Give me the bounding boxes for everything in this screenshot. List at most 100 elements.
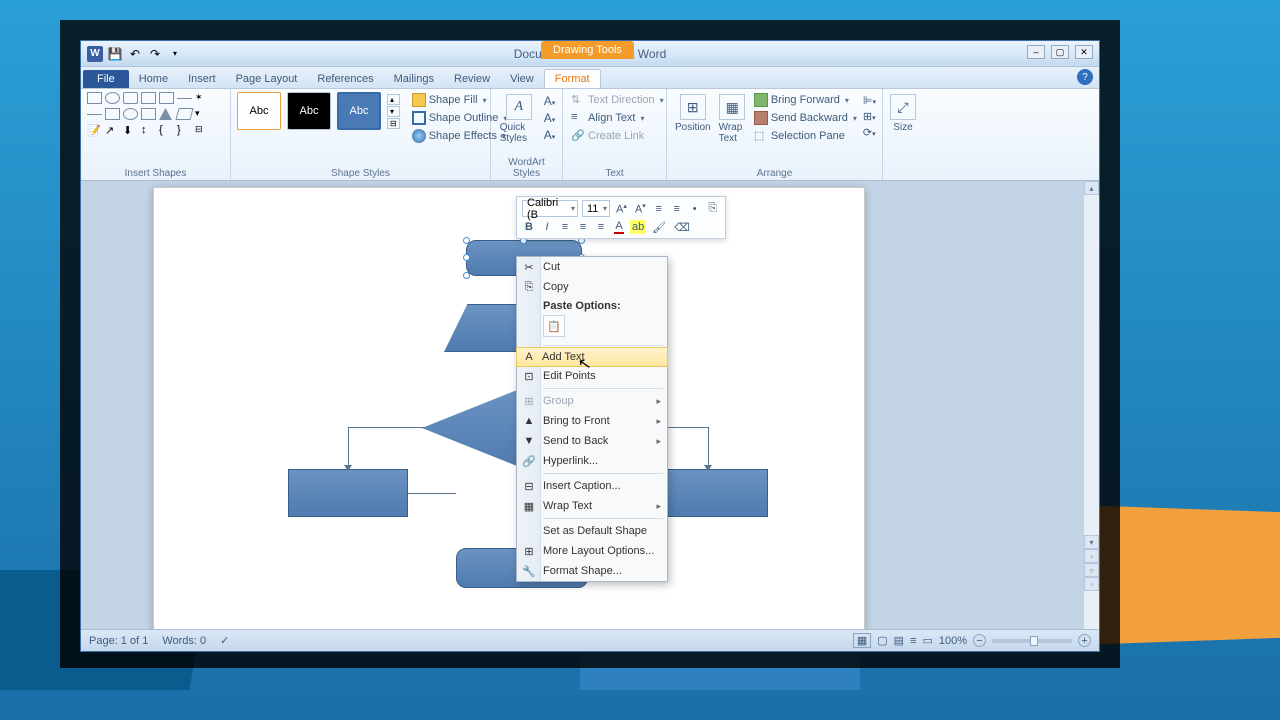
menu-edit-points[interactable]: ⊡Edit Points bbox=[517, 366, 667, 386]
view-draft-icon[interactable]: ▭ bbox=[922, 634, 932, 647]
shape-option[interactable]: } bbox=[177, 124, 192, 136]
help-icon[interactable]: ? bbox=[1077, 69, 1093, 85]
view-print-layout-icon[interactable]: ▦ bbox=[853, 633, 871, 648]
grow-font-icon[interactable]: A▴ bbox=[614, 201, 629, 217]
rotate-icon[interactable]: ⟳▾ bbox=[863, 126, 876, 139]
paste-option-button[interactable]: 📋 bbox=[543, 315, 565, 337]
text-outline-icon[interactable]: A▾ bbox=[544, 111, 556, 125]
style-preset[interactable]: Abc bbox=[337, 92, 381, 130]
menu-more-layout[interactable]: ⊞More Layout Options... bbox=[517, 541, 667, 561]
gallery-up-icon[interactable]: ▴ bbox=[387, 94, 400, 105]
tab-references[interactable]: References bbox=[307, 70, 383, 88]
shape-option[interactable] bbox=[141, 108, 156, 120]
shape-option[interactable]: ↕ bbox=[141, 124, 156, 136]
bold-icon[interactable]: B bbox=[522, 220, 536, 234]
resize-handle[interactable] bbox=[463, 237, 470, 244]
font-family-combo[interactable]: Calibri (B bbox=[522, 200, 578, 217]
tab-home[interactable]: Home bbox=[129, 70, 178, 88]
menu-format-shape[interactable]: 🔧Format Shape... bbox=[517, 561, 667, 581]
view-outline-icon[interactable]: ≡ bbox=[910, 635, 916, 647]
align-center-icon[interactable]: ≡ bbox=[576, 220, 590, 234]
menu-wrap-text[interactable]: ▦Wrap Text bbox=[517, 496, 667, 516]
redo-icon[interactable]: ↷ bbox=[147, 46, 163, 62]
create-link-button[interactable]: 🔗Create Link bbox=[569, 128, 666, 144]
tab-format[interactable]: Format bbox=[544, 69, 601, 88]
resize-handle[interactable] bbox=[463, 272, 470, 279]
increase-indent-icon[interactable]: ≡ bbox=[670, 202, 684, 216]
selection-pane-button[interactable]: ⬚Selection Pane bbox=[752, 128, 859, 144]
shape-option[interactable]: { bbox=[159, 124, 174, 136]
menu-insert-caption[interactable]: ⊟Insert Caption... bbox=[517, 476, 667, 496]
align-left-icon[interactable]: ≡ bbox=[558, 220, 572, 234]
proofing-icon[interactable]: ✓ bbox=[220, 634, 229, 647]
tab-page-layout[interactable]: Page Layout bbox=[226, 70, 308, 88]
zoom-thumb[interactable] bbox=[1030, 636, 1038, 646]
scroll-down-icon[interactable]: ▾ bbox=[1084, 535, 1099, 549]
menu-hyperlink[interactable]: 🔗Hyperlink... bbox=[517, 451, 667, 471]
connector[interactable] bbox=[348, 427, 422, 428]
shape-option[interactable] bbox=[105, 92, 120, 104]
close-button[interactable]: ✕ bbox=[1075, 45, 1093, 59]
shape-option[interactable] bbox=[159, 92, 174, 104]
shape-option[interactable]: ↗ bbox=[105, 124, 120, 136]
connector[interactable] bbox=[708, 427, 709, 469]
shape-option[interactable] bbox=[175, 108, 193, 120]
menu-set-default[interactable]: Set as Default Shape bbox=[517, 521, 667, 541]
shape-option[interactable] bbox=[123, 108, 138, 120]
group-icon[interactable]: ⊞▾ bbox=[863, 110, 876, 123]
shape-option[interactable] bbox=[141, 92, 156, 104]
font-size-combo[interactable]: 11 bbox=[582, 200, 610, 217]
menu-cut[interactable]: ✂Cut bbox=[517, 257, 667, 277]
menu-add-text[interactable]: AAdd Text bbox=[516, 347, 668, 367]
wrap-text-button[interactable]: ▦ Wrap Text bbox=[717, 92, 748, 146]
page[interactable]: Calibri (B 11 A▴ A▾ ≡ ≡ • ⎘ B I ≡ ≡ ≡ A … bbox=[153, 187, 865, 629]
zoom-in-icon[interactable]: + bbox=[1078, 634, 1091, 647]
bring-forward-button[interactable]: Bring Forward bbox=[752, 92, 859, 108]
shrink-font-icon[interactable]: A▾ bbox=[633, 201, 648, 217]
send-backward-button[interactable]: Send Backward bbox=[752, 110, 859, 126]
tab-mailings[interactable]: Mailings bbox=[384, 70, 444, 88]
position-button[interactable]: ⊞ Position bbox=[673, 92, 713, 135]
minimize-button[interactable]: – bbox=[1027, 45, 1045, 59]
save-icon[interactable]: 💾 bbox=[107, 46, 123, 62]
text-fill-icon[interactable]: A▾ bbox=[544, 94, 556, 108]
size-button[interactable]: ⤢ Size bbox=[888, 92, 918, 135]
undo-icon[interactable]: ↶ bbox=[127, 46, 143, 62]
shape-option[interactable]: ⊟ bbox=[195, 124, 210, 136]
prev-page-icon[interactable]: ◦ bbox=[1084, 549, 1099, 563]
scroll-up-icon[interactable]: ▴ bbox=[1084, 181, 1099, 195]
format-painter-icon[interactable]: 🖌 bbox=[650, 220, 668, 235]
shapes-gallery[interactable]: ✶ ▾ 📝 ↗ ⬇ ↕ { } ⊟ bbox=[87, 92, 211, 138]
menu-send-to-back[interactable]: ▼Send to Back bbox=[517, 431, 667, 451]
browse-object-icon[interactable]: ○ bbox=[1084, 563, 1099, 577]
tab-view[interactable]: View bbox=[500, 70, 544, 88]
page-indicator[interactable]: Page: 1 of 1 bbox=[89, 635, 148, 647]
word-count[interactable]: Words: 0 bbox=[162, 635, 206, 647]
copy-icon[interactable]: ⎘ bbox=[706, 201, 720, 216]
italic-icon[interactable]: I bbox=[540, 220, 554, 234]
shape-option[interactable] bbox=[159, 108, 172, 120]
text-direction-button[interactable]: ⇅Text Direction bbox=[569, 92, 666, 108]
connector[interactable] bbox=[348, 427, 349, 469]
shape-option[interactable] bbox=[123, 92, 138, 104]
align-right-icon[interactable]: ≡ bbox=[594, 220, 608, 234]
view-web-icon[interactable]: ▤ bbox=[894, 634, 904, 647]
shape-option[interactable]: ⬇ bbox=[123, 124, 138, 136]
zoom-out-icon[interactable]: − bbox=[973, 634, 986, 647]
quick-styles-button[interactable]: A Quick Styles bbox=[498, 92, 540, 146]
flowchart-shape-process[interactable] bbox=[288, 469, 408, 517]
vertical-scrollbar[interactable]: ▴ ▾ ◦ ○ ◦ bbox=[1083, 181, 1099, 629]
clear-format-icon[interactable]: ⌫ bbox=[672, 220, 692, 235]
align-text-button[interactable]: ≡Align Text bbox=[569, 110, 666, 126]
tab-insert[interactable]: Insert bbox=[178, 70, 226, 88]
menu-copy[interactable]: ⎘Copy bbox=[517, 277, 667, 297]
view-full-screen-icon[interactable]: ▢ bbox=[877, 634, 887, 647]
style-gallery[interactable]: Abc Abc Abc ▴ ▾ ⊟ bbox=[237, 92, 400, 130]
align-icon[interactable]: ⊫▾ bbox=[863, 94, 876, 107]
tab-review[interactable]: Review bbox=[444, 70, 500, 88]
zoom-slider[interactable] bbox=[992, 639, 1072, 643]
font-color-icon[interactable]: A bbox=[612, 219, 626, 235]
zoom-level[interactable]: 100% bbox=[939, 635, 967, 647]
tab-file[interactable]: File bbox=[83, 70, 129, 88]
style-preset[interactable]: Abc bbox=[287, 92, 331, 130]
